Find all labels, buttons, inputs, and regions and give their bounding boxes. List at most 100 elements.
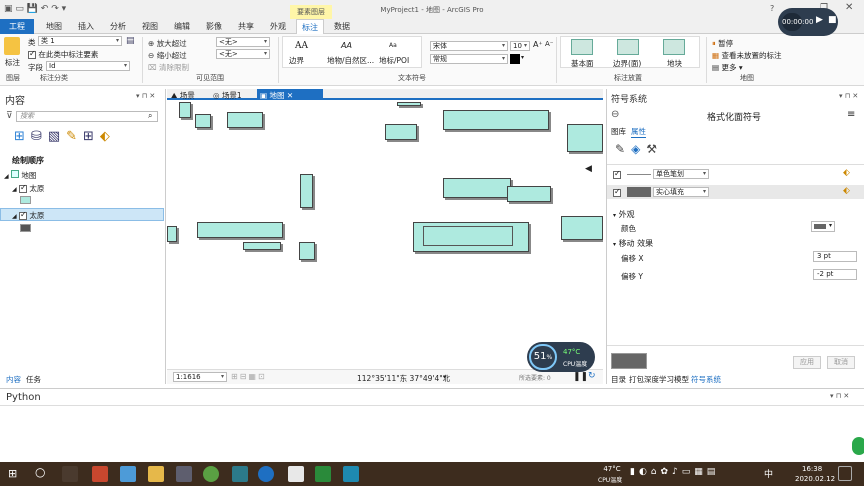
- help-button[interactable]: ?: [770, 4, 774, 13]
- stroke-type-dropdown[interactable]: 单色笔划: [653, 169, 709, 179]
- snapping-icon[interactable]: ⊞: [83, 129, 100, 144]
- editing-icon[interactable]: ✎: [66, 129, 83, 144]
- folder-icon[interactable]: [148, 466, 164, 482]
- tab-contents[interactable]: 内容: [6, 374, 21, 385]
- cancel-button[interactable]: 取消: [827, 356, 855, 369]
- font-color-dropdown-icon[interactable]: ▾: [521, 54, 524, 61]
- brush-icon[interactable]: ✎: [615, 142, 631, 156]
- zoom-out-scale-dropdown[interactable]: <无>: [216, 49, 270, 59]
- search-icon[interactable]: ⌕: [148, 111, 152, 121]
- recording-widget[interactable]: 00:00:00 ▶ ■: [778, 8, 838, 36]
- tab-catalog[interactable]: 目录: [611, 374, 626, 385]
- class-dropdown[interactable]: 类 1: [38, 36, 122, 46]
- appearance-section[interactable]: ▾ 外观: [613, 209, 635, 220]
- menu-icon[interactable]: ≡: [847, 109, 855, 120]
- app-icon-6[interactable]: [343, 466, 359, 482]
- app-icon-2[interactable]: [92, 466, 108, 482]
- label-toggle-button[interactable]: 标注: [5, 57, 20, 68]
- coord-dropdown-icon[interactable]: ▾: [443, 373, 447, 381]
- pane-options-icon[interactable]: ▾ ⊓ ✕: [839, 92, 858, 100]
- data-source-icon[interactable]: ⛁: [31, 129, 48, 144]
- map-view[interactable]: ⛰ 场景 ◎ 场景1 ▣ 地图 ✕ ◀ 1:1616 ⊞⊟▦⊡ 112°35'1…: [167, 89, 603, 384]
- tray-icons[interactable]: ▮◐⌂✿♪▭▦▤: [630, 467, 719, 477]
- tab-symbology[interactable]: 符号系统: [691, 374, 721, 385]
- app-icon-4[interactable]: [203, 466, 219, 482]
- labeling-icon[interactable]: ⬖: [100, 129, 116, 144]
- collapse-arrow-icon[interactable]: ◀: [585, 164, 592, 174]
- apply-button[interactable]: 应用: [793, 356, 821, 369]
- app-icon-5[interactable]: [258, 466, 274, 482]
- font-shrink-icon[interactable]: A⁻: [545, 40, 553, 48]
- tab-gallery[interactable]: 图库: [611, 126, 626, 137]
- placement-border[interactable]: 边界(面): [613, 58, 641, 69]
- fill-lock-icon[interactable]: ⬖: [843, 186, 850, 196]
- tab-appearance[interactable]: 外观: [264, 19, 292, 34]
- tab-properties[interactable]: 属性: [631, 126, 646, 138]
- style-poi[interactable]: 地标/POI: [379, 55, 409, 66]
- notification-icon[interactable]: [838, 466, 852, 481]
- label-placement-gallery[interactable]: 基本面 边界(面) 地块: [560, 36, 700, 68]
- pause-drawing-icon[interactable]: ❚❚: [573, 372, 588, 382]
- cpu-monitor-widget[interactable]: 51% 47°C CPU温度: [527, 342, 595, 372]
- start-icon[interactable]: ⊞: [8, 467, 17, 480]
- tab-view[interactable]: 视图: [136, 19, 164, 34]
- font-color-swatch[interactable]: [510, 54, 520, 64]
- refresh-icon[interactable]: ↻: [588, 371, 596, 381]
- field-dropdown[interactable]: Id: [46, 61, 130, 71]
- tab-share[interactable]: 共享: [232, 19, 260, 34]
- wrench-icon[interactable]: ⚒: [646, 142, 663, 156]
- tab-tasks[interactable]: 任务: [26, 374, 41, 385]
- fill-layer-checkbox[interactable]: [613, 187, 621, 197]
- tab-project[interactable]: 工程: [0, 19, 34, 34]
- color-picker[interactable]: ▾: [811, 221, 835, 232]
- app-icon-1[interactable]: [62, 466, 78, 482]
- pause-button[interactable]: ⏸ 暂停: [712, 38, 733, 49]
- font-style-dropdown[interactable]: 常规: [430, 54, 508, 64]
- layer2-visibility-checkbox[interactable]: [19, 210, 28, 220]
- back-icon[interactable]: ⊖: [611, 109, 619, 120]
- scale-dropdown[interactable]: 1:1616: [173, 372, 227, 382]
- stroke-lock-icon[interactable]: ⬖: [843, 168, 850, 178]
- tab-edit[interactable]: 编辑: [168, 19, 196, 34]
- ime-indicator[interactable]: 中: [764, 467, 773, 480]
- label-icon[interactable]: [4, 37, 20, 55]
- close-map-tab-icon[interactable]: ✕: [287, 91, 293, 100]
- more-button[interactable]: ▤ 更多 ▾: [712, 62, 743, 73]
- style-natural[interactable]: 地物/自然区...: [327, 55, 374, 66]
- contents-toolbar[interactable]: ⊞⛁▧✎⊞⬖: [14, 129, 116, 144]
- map-tab-scene[interactable]: ⛰ 场景: [171, 90, 195, 101]
- stroke-layer-checkbox[interactable]: [613, 169, 621, 179]
- play-icon[interactable]: ▶: [816, 15, 823, 25]
- label-style-gallery[interactable]: AA 边界 AA 地物/自然区... Aa 地标/POI: [282, 36, 422, 68]
- offset-x-input[interactable]: 3 pt: [813, 251, 857, 262]
- contents-search-input[interactable]: 搜索: [16, 111, 158, 122]
- close-icon[interactable]: ✕: [845, 2, 853, 13]
- filter-icon[interactable]: ⊽: [6, 111, 13, 121]
- class-settings-icon[interactable]: ▤: [126, 36, 135, 46]
- drawing-order-icon[interactable]: ⊞: [14, 129, 31, 144]
- layers-icon[interactable]: ◈: [631, 142, 646, 156]
- notepad-icon[interactable]: [288, 466, 304, 482]
- placement-parcel[interactable]: 地块: [667, 58, 682, 69]
- store-icon[interactable]: [176, 466, 192, 482]
- side-widget[interactable]: [852, 437, 864, 455]
- zoom-in-limit-button[interactable]: ⊕ 放大超过: [148, 38, 187, 49]
- font-grow-icon[interactable]: A⁺: [533, 40, 543, 49]
- zoom-out-limit-button[interactable]: ⊖ 缩小超过: [148, 50, 187, 61]
- pycharm-icon[interactable]: [315, 466, 331, 482]
- font-dropdown[interactable]: 宋体: [430, 41, 508, 51]
- map-tab-map[interactable]: ▣ 地图 ✕: [257, 89, 323, 100]
- tab-analysis[interactable]: 分析: [104, 19, 132, 34]
- tab-package-dl-model[interactable]: 打包深度学习模型: [629, 374, 689, 385]
- selection-icon[interactable]: ▧: [48, 129, 66, 144]
- label-features-checkbox[interactable]: [28, 49, 36, 59]
- map-tab-scene1[interactable]: ◎ 场景1: [213, 90, 242, 101]
- tab-imagery[interactable]: 影像: [200, 19, 228, 34]
- placement-basic[interactable]: 基本面: [571, 58, 594, 69]
- tab-map[interactable]: 地图: [40, 19, 68, 34]
- stop-icon[interactable]: ■: [828, 15, 837, 25]
- style-border[interactable]: 边界: [289, 55, 304, 66]
- move-effect-section[interactable]: ▾ 移动 效果: [613, 238, 653, 249]
- layer2-symbol-swatch[interactable]: [20, 224, 31, 232]
- clear-limits-button[interactable]: ⌧ 清除限制: [148, 62, 189, 73]
